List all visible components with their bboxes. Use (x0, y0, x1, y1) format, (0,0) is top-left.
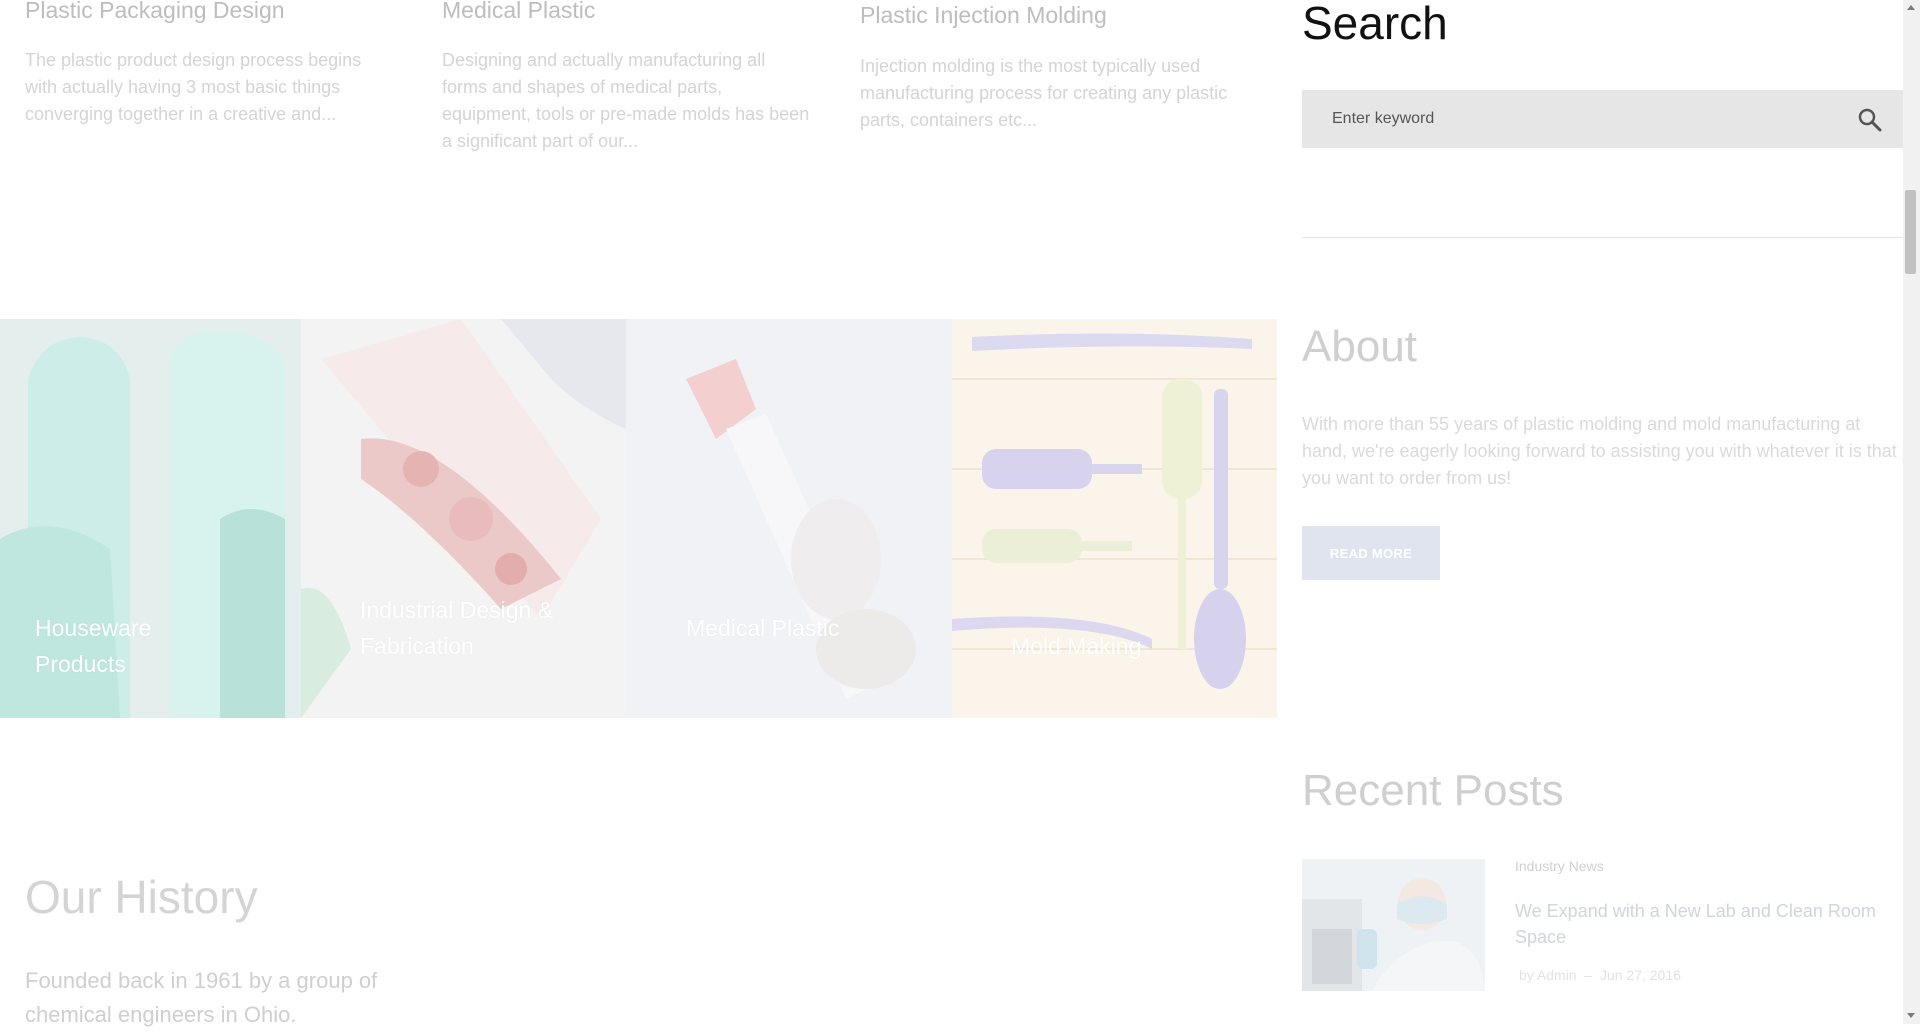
scrollbar-thumb[interactable] (1905, 190, 1916, 274)
scroll-down-arrow-icon[interactable] (1907, 1013, 1915, 1018)
scroll-up-arrow-icon[interactable] (1907, 5, 1915, 10)
sidebar-divider (1302, 237, 1903, 238)
search-form (1302, 90, 1903, 148)
post-date: Jun 27, 2016 (1599, 967, 1681, 983)
tile-industrial[interactable]: Industrial Design & Fabrication (301, 319, 626, 718)
post-thumbnail[interactable] (1302, 859, 1485, 991)
page-scrollbar[interactable] (1903, 0, 1920, 1024)
feature-desc-medical: Designing and actually manufacturing all… (442, 50, 810, 151)
post-category[interactable]: Industry News (1515, 858, 1604, 874)
tile-label-industrial: Industrial Design & Fabrication (360, 597, 554, 659)
tile-mold-making[interactable]: Mold Making (952, 319, 1277, 718)
tile-medical[interactable]: Medical Plastic (626, 319, 952, 718)
about-widget-title: About (1302, 322, 1417, 371)
meta-separator: – (1580, 967, 1597, 983)
post-meta: by Admin – Jun 27, 2016 (1519, 967, 1681, 983)
history-text: Founded back in 1961 by a group of chemi… (25, 968, 378, 1027)
search-input[interactable] (1302, 90, 1842, 148)
search-widget-title: Search (1302, 0, 1448, 49)
tile-houseware[interactable]: Houseware Products (0, 319, 301, 718)
history-title: Our History (25, 871, 258, 923)
tile-label-houseware: Houseware Products (35, 615, 152, 677)
tile-medical-image (626, 319, 952, 718)
feature-desc-injection: Injection molding is the most typically … (860, 56, 1228, 130)
search-icon[interactable] (1855, 105, 1885, 135)
about-text: With more than 55 years of plastic moldi… (1302, 414, 1897, 488)
post-author[interactable]: by Admin (1519, 967, 1577, 983)
feature-title-packaging[interactable]: Plastic Packaging Design (25, 0, 285, 24)
feature-title-medical[interactable]: Medical Plastic (442, 0, 595, 24)
tile-label-mold-making: Mold Making (1011, 633, 1142, 659)
feature-desc-packaging: The plastic product design process begin… (25, 50, 362, 124)
read-more-button[interactable]: READ MORE (1302, 526, 1440, 580)
feature-title-injection[interactable]: Plastic Injection Molding (860, 2, 1107, 29)
post-title-link[interactable]: We Expand with a New Lab and Clean Room … (1515, 898, 1910, 950)
tile-label-medical: Medical Plastic (686, 615, 840, 641)
recent-posts-title: Recent Posts (1302, 766, 1564, 815)
